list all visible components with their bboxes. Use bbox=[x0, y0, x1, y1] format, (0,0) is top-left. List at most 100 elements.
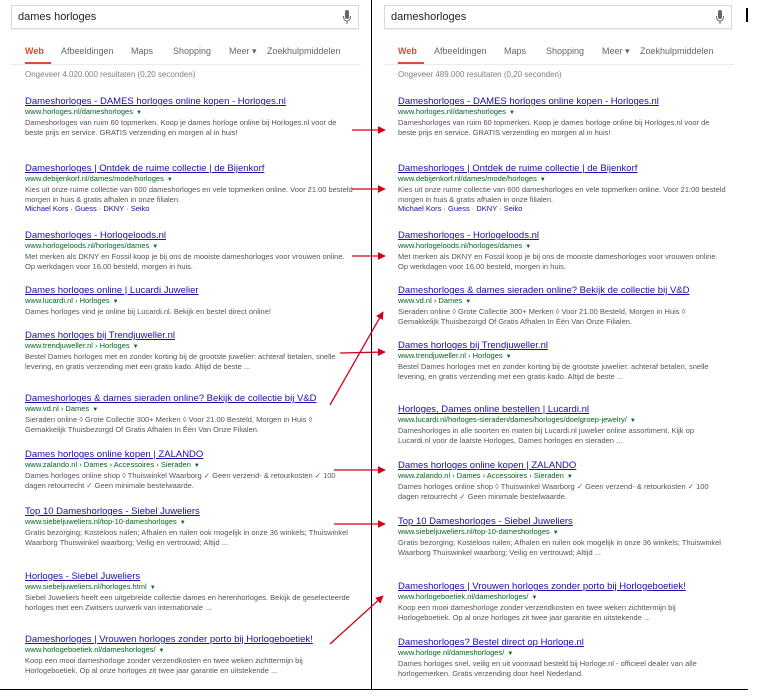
result-title-link[interactable]: Top 10 Dameshorloges - Siebel Juweliers bbox=[398, 516, 728, 527]
tab-maps[interactable]: Maps bbox=[504, 46, 526, 56]
url-dropdown-icon[interactable]: ▼ bbox=[525, 244, 531, 250]
result-stats: Ongeveer 489.000 resultaten (0,20 second… bbox=[398, 70, 562, 79]
tab-maps[interactable]: Maps bbox=[131, 46, 153, 56]
search-result: Dameshorloges - Horlogeloods.nl www.horl… bbox=[25, 230, 355, 271]
tab-search-tools[interactable]: Zoekhulpmiddelen bbox=[267, 46, 341, 56]
result-url: www.horlogeboetiek.nl/dameshorloges/▼ bbox=[398, 592, 538, 601]
search-result: Dameshorloges - DAMES horloges online ko… bbox=[25, 96, 355, 137]
url-dropdown-icon[interactable]: ▼ bbox=[92, 407, 98, 413]
result-snippet: Met merken als DKNY en Fossil koop je bi… bbox=[25, 252, 345, 271]
result-snippet: Dames horloges vind je online bij Lucard… bbox=[25, 307, 271, 316]
result-title-link[interactable]: Dameshorloges | Vrouwen horloges zonder … bbox=[398, 581, 728, 592]
result-snippet: Bestel Dames horloges met en zonder kort… bbox=[25, 352, 336, 371]
tab-more[interactable]: Meer ▾ bbox=[602, 46, 630, 57]
microphone-icon[interactable] bbox=[342, 10, 352, 25]
result-snippet: Gratis bezorging; Kosteloos ruilen; Afha… bbox=[398, 538, 721, 557]
result-title-link[interactable]: Dameshorloges | Vrouwen horloges zonder … bbox=[25, 634, 355, 645]
result-snippet: Dameshorloges in alle soorten en maten b… bbox=[398, 426, 694, 445]
url-dropdown-icon[interactable]: ▼ bbox=[506, 354, 512, 360]
result-sitelinks[interactable]: Michael Kors · Guess · DKNY · Seiko bbox=[398, 204, 728, 214]
url-dropdown-icon[interactable]: ▼ bbox=[194, 463, 200, 469]
result-title-link[interactable]: Dames horloges online kopen | ZALANDO bbox=[398, 460, 728, 471]
search-result: Dameshorloges | Vrouwen horloges zonder … bbox=[398, 581, 728, 622]
result-title-link[interactable]: Dameshorloges & dames sieraden online? B… bbox=[398, 285, 728, 296]
url-dropdown-icon[interactable]: ▼ bbox=[465, 299, 471, 305]
result-title-link[interactable]: Dames horloges bij Trendjuweller.nl bbox=[25, 330, 355, 341]
tab-search-tools[interactable]: Zoekhulpmiddelen bbox=[640, 46, 714, 56]
panel-divider bbox=[371, 0, 372, 690]
result-url: www.horlogeloods.nl/horloges/dames ▼ bbox=[25, 241, 159, 250]
right-search-panel: Web Afbeeldingen Maps Shopping Meer ▾ Zo… bbox=[376, 0, 740, 690]
tabs-divider bbox=[11, 64, 361, 65]
result-url: www.siebeljuweliers.nl/top-10-dameshorlo… bbox=[25, 517, 186, 526]
search-bar[interactable] bbox=[11, 5, 359, 29]
result-title-link[interactable]: Dameshorloges & dames sieraden online? B… bbox=[25, 393, 355, 404]
search-result: Dames horloges online kopen | ZALANDO ww… bbox=[25, 449, 355, 490]
result-title-link[interactable]: Dameshorloges - Horlogeloods.nl bbox=[398, 230, 728, 241]
result-snippet: Sieraden online ◊ Grote Collectie 300+ M… bbox=[25, 415, 313, 434]
tabs-divider bbox=[384, 64, 734, 65]
result-url: www.siebeljuweliers.nl/horloges.html ▼ bbox=[25, 582, 156, 591]
search-result: Horloges - Siebel Juweliers www.siebelju… bbox=[25, 571, 355, 612]
url-dropdown-icon[interactable]: ▼ bbox=[159, 648, 165, 654]
result-sitelinks[interactable]: Michael Kors · Guess · DKNY · Seiko bbox=[25, 204, 355, 214]
result-title-link[interactable]: Dameshorloges? Bestel direct op Horloge.… bbox=[398, 637, 728, 648]
url-dropdown-icon[interactable]: ▼ bbox=[133, 344, 139, 350]
url-dropdown-icon[interactable]: ▼ bbox=[567, 474, 573, 480]
result-title-link[interactable]: Dameshorloges - DAMES horloges online ko… bbox=[398, 96, 728, 107]
result-title-link[interactable]: Dames horloges online kopen | ZALANDO bbox=[25, 449, 355, 460]
tab-more[interactable]: Meer ▾ bbox=[229, 46, 257, 57]
result-title-link[interactable]: Horloges, Dames online bestellen | Lucar… bbox=[398, 404, 728, 415]
search-result: Dameshorloges | Ontdek de ruime collecti… bbox=[398, 163, 728, 214]
result-snippet: Sieraden online ◊ Grote Collectie 300+ M… bbox=[398, 307, 686, 326]
search-result: Top 10 Dameshorloges - Siebel Juweliers … bbox=[25, 506, 355, 547]
result-snippet: Dameshorloges van ruim 60 topmerken. Koo… bbox=[398, 118, 710, 137]
result-snippet: Bestel Dames horloges met en zonder kort… bbox=[398, 362, 709, 381]
url-dropdown-icon[interactable]: ▼ bbox=[113, 299, 119, 305]
search-result: Dames horloges online | Lucardi Juwelier… bbox=[25, 285, 355, 317]
url-dropdown-icon[interactable]: ▼ bbox=[553, 530, 559, 536]
left-search-panel: Web Afbeeldingen Maps Shopping Meer ▾ Zo… bbox=[3, 0, 367, 690]
result-title-link[interactable]: Top 10 Dameshorloges - Siebel Juweliers bbox=[25, 506, 355, 517]
url-dropdown-icon[interactable]: ▼ bbox=[167, 177, 173, 183]
url-dropdown-icon[interactable]: ▼ bbox=[136, 110, 142, 116]
result-url: www.horlogeloods.nl/horloges/dames ▼ bbox=[398, 241, 532, 250]
result-snippet: Dames horloges snel, veilig en uit voorr… bbox=[398, 659, 697, 678]
result-url: www.siebeljuweliers.nl/top-10-dameshorlo… bbox=[398, 527, 559, 536]
search-input[interactable] bbox=[18, 9, 328, 25]
url-dropdown-icon[interactable]: ▼ bbox=[507, 651, 513, 657]
tab-images[interactable]: Afbeeldingen bbox=[434, 46, 487, 56]
result-title-link[interactable]: Dames horloges online | Lucardi Juwelier bbox=[25, 285, 355, 296]
result-url: www.trendjuweller.nl › Horloges ▼ bbox=[25, 341, 139, 350]
result-title-link[interactable]: Dameshorloges - Horlogeloods.nl bbox=[25, 230, 355, 241]
url-dropdown-icon[interactable]: ▼ bbox=[152, 244, 158, 250]
search-input[interactable] bbox=[391, 9, 701, 25]
result-title-link[interactable]: Dameshorloges | Ontdek de ruime collecti… bbox=[25, 163, 355, 174]
result-title-link[interactable]: Horloges - Siebel Juweliers bbox=[25, 571, 355, 582]
url-dropdown-icon[interactable]: ▼ bbox=[540, 177, 546, 183]
tab-web[interactable]: Web bbox=[25, 46, 44, 56]
result-url: www.debijenkorf.nl/dames/mode/horloges ▼ bbox=[398, 174, 546, 183]
url-dropdown-icon[interactable]: ▼ bbox=[150, 585, 156, 591]
url-dropdown-icon[interactable]: ▼ bbox=[532, 595, 538, 601]
url-dropdown-icon[interactable]: ▼ bbox=[509, 110, 515, 116]
result-title-link[interactable]: Dameshorloges - DAMES horloges online ko… bbox=[25, 96, 355, 107]
edge-marker bbox=[746, 8, 748, 22]
search-bar[interactable] bbox=[384, 5, 732, 29]
tab-shopping[interactable]: Shopping bbox=[546, 46, 584, 56]
result-snippet: Siebel Juweliers heeft een uitgebreide c… bbox=[25, 593, 350, 612]
result-title-link[interactable]: Dames horloges bij Trendjuweller.nl bbox=[398, 340, 728, 351]
search-result: Dames horloges bij Trendjuweller.nl www.… bbox=[398, 340, 728, 381]
result-url: www.debijenkorf.nl/dames/mode/horloges ▼ bbox=[25, 174, 173, 183]
result-snippet: Dameshorloges van ruim 60 topmerken. Koo… bbox=[25, 118, 337, 137]
url-dropdown-icon[interactable]: ▼ bbox=[630, 418, 636, 424]
microphone-icon[interactable] bbox=[715, 10, 725, 25]
result-snippet: Met merken als DKNY en Fossil koop je bi… bbox=[398, 252, 718, 271]
tab-shopping[interactable]: Shopping bbox=[173, 46, 211, 56]
tab-images[interactable]: Afbeeldingen bbox=[61, 46, 114, 56]
url-dropdown-icon[interactable]: ▼ bbox=[180, 520, 186, 526]
tab-web[interactable]: Web bbox=[398, 46, 417, 56]
result-title-link[interactable]: Dameshorloges | Ontdek de ruime collecti… bbox=[398, 163, 728, 174]
result-url: www.horlogeboetiek.nl/dameshorloges/▼ bbox=[25, 645, 165, 654]
result-snippet: Gratis bezorging; Kosteloos ruilen; Afha… bbox=[25, 528, 348, 547]
